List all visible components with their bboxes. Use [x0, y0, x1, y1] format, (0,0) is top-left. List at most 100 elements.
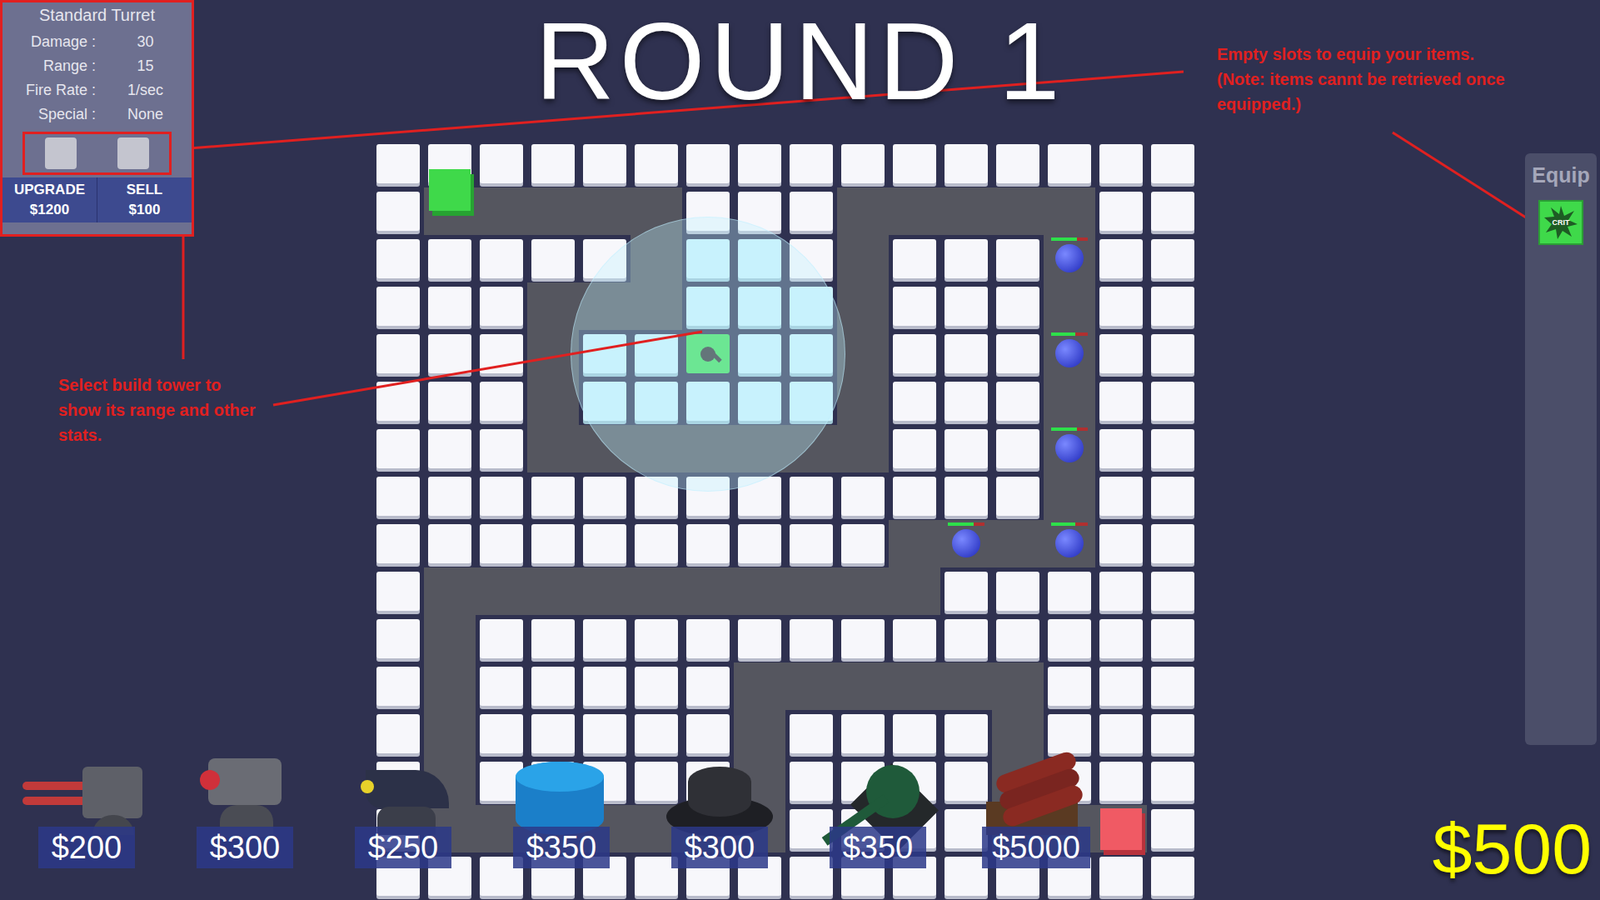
- build-tile[interactable]: [479, 286, 524, 326]
- build-tile[interactable]: [531, 713, 575, 753]
- build-tile[interactable]: [479, 523, 524, 564]
- build-tile[interactable]: [376, 476, 420, 516]
- build-tile[interactable]: [1099, 571, 1143, 611]
- build-tile[interactable]: [634, 523, 678, 564]
- build-tile[interactable]: [944, 428, 988, 469]
- build-tile[interactable]: [686, 666, 730, 706]
- build-tile[interactable]: [996, 286, 1040, 326]
- build-tile[interactable]: [376, 191, 420, 231]
- shop-item[interactable]: $5000: [957, 751, 1116, 868]
- build-tile[interactable]: [737, 618, 782, 658]
- build-tile[interactable]: [531, 523, 575, 564]
- build-tile[interactable]: [376, 618, 420, 658]
- build-tile[interactable]: [892, 144, 937, 184]
- build-tile[interactable]: [1151, 618, 1195, 658]
- build-tile[interactable]: [1047, 144, 1092, 184]
- build-tile[interactable]: [892, 618, 937, 658]
- build-tile[interactable]: [686, 476, 730, 516]
- build-tile[interactable]: [479, 239, 524, 279]
- build-tile[interactable]: [996, 618, 1040, 658]
- build-tile[interactable]: [841, 476, 885, 516]
- build-tile[interactable]: [634, 333, 678, 374]
- build-tile[interactable]: [428, 523, 472, 564]
- build-tile[interactable]: [789, 381, 833, 421]
- build-tile[interactable]: [583, 144, 627, 184]
- build-tile[interactable]: [1047, 571, 1092, 611]
- build-tile[interactable]: [996, 144, 1040, 184]
- build-tile[interactable]: [376, 144, 420, 184]
- item-slot[interactable]: [117, 137, 150, 170]
- build-tile[interactable]: [634, 618, 678, 658]
- build-tile[interactable]: [686, 286, 730, 326]
- build-tile[interactable]: [479, 713, 524, 753]
- build-tile[interactable]: [789, 713, 833, 753]
- build-tile[interactable]: [737, 523, 782, 564]
- build-tile[interactable]: [737, 381, 782, 421]
- build-tile[interactable]: [944, 333, 988, 374]
- build-tile[interactable]: [1099, 523, 1143, 564]
- build-tile[interactable]: [1099, 618, 1143, 658]
- build-tile[interactable]: [376, 713, 420, 753]
- build-tile[interactable]: [583, 476, 627, 516]
- build-tile[interactable]: [1151, 713, 1195, 753]
- build-tile[interactable]: [737, 239, 782, 279]
- build-tile[interactable]: [479, 618, 524, 658]
- build-tile[interactable]: [789, 856, 833, 896]
- build-tile[interactable]: [428, 333, 472, 374]
- build-tile[interactable]: [1151, 144, 1195, 184]
- shop-item[interactable]: $250: [323, 751, 483, 868]
- build-tile[interactable]: [479, 428, 524, 469]
- build-tile[interactable]: [686, 523, 730, 564]
- build-tile[interactable]: [531, 144, 575, 184]
- build-tile[interactable]: [634, 381, 678, 421]
- build-tile[interactable]: [892, 713, 937, 753]
- build-tile[interactable]: [789, 618, 833, 658]
- build-tile[interactable]: [1099, 713, 1143, 753]
- build-tile[interactable]: [1151, 476, 1195, 516]
- build-tile[interactable]: [1151, 571, 1195, 611]
- build-tile[interactable]: [892, 239, 937, 279]
- build-tile[interactable]: [634, 713, 678, 753]
- build-tile[interactable]: [944, 713, 988, 753]
- shop-item[interactable]: $350: [482, 751, 641, 868]
- build-tile[interactable]: [531, 239, 575, 279]
- build-tile[interactable]: [996, 333, 1040, 374]
- build-tile[interactable]: [1151, 381, 1195, 421]
- build-tile[interactable]: [376, 428, 420, 469]
- standard-turret[interactable]: [686, 333, 730, 374]
- build-tile[interactable]: [892, 381, 937, 421]
- build-tile[interactable]: [996, 476, 1040, 516]
- build-tile[interactable]: [789, 476, 833, 516]
- build-tile[interactable]: [789, 191, 833, 231]
- build-tile[interactable]: [376, 381, 420, 421]
- build-tile[interactable]: [944, 476, 988, 516]
- build-tile[interactable]: [892, 286, 937, 326]
- build-tile[interactable]: [428, 428, 472, 469]
- build-tile[interactable]: [1151, 856, 1195, 896]
- build-tile[interactable]: [686, 713, 730, 753]
- build-tile[interactable]: [583, 713, 627, 753]
- build-tile[interactable]: [944, 381, 988, 421]
- build-tile[interactable]: [1099, 666, 1143, 706]
- build-tile[interactable]: [531, 618, 575, 658]
- build-tile[interactable]: [1099, 428, 1143, 469]
- build-tile[interactable]: [892, 333, 937, 374]
- build-tile[interactable]: [789, 239, 833, 279]
- build-tile[interactable]: [1099, 286, 1143, 326]
- build-tile[interactable]: [479, 476, 524, 516]
- build-tile[interactable]: [1047, 666, 1092, 706]
- build-tile[interactable]: [944, 761, 988, 801]
- build-tile[interactable]: [1047, 713, 1092, 753]
- build-tile[interactable]: [1151, 666, 1195, 706]
- build-tile[interactable]: [737, 191, 782, 231]
- build-tile[interactable]: [789, 144, 833, 184]
- build-tile[interactable]: [1099, 381, 1143, 421]
- build-tile[interactable]: [686, 381, 730, 421]
- build-tile[interactable]: [944, 571, 988, 611]
- shop-item[interactable]: $300: [165, 751, 324, 868]
- build-tile[interactable]: [944, 239, 988, 279]
- build-tile[interactable]: [376, 333, 420, 374]
- build-tile[interactable]: [1099, 856, 1143, 896]
- build-tile[interactable]: [531, 666, 575, 706]
- build-tile[interactable]: [944, 144, 988, 184]
